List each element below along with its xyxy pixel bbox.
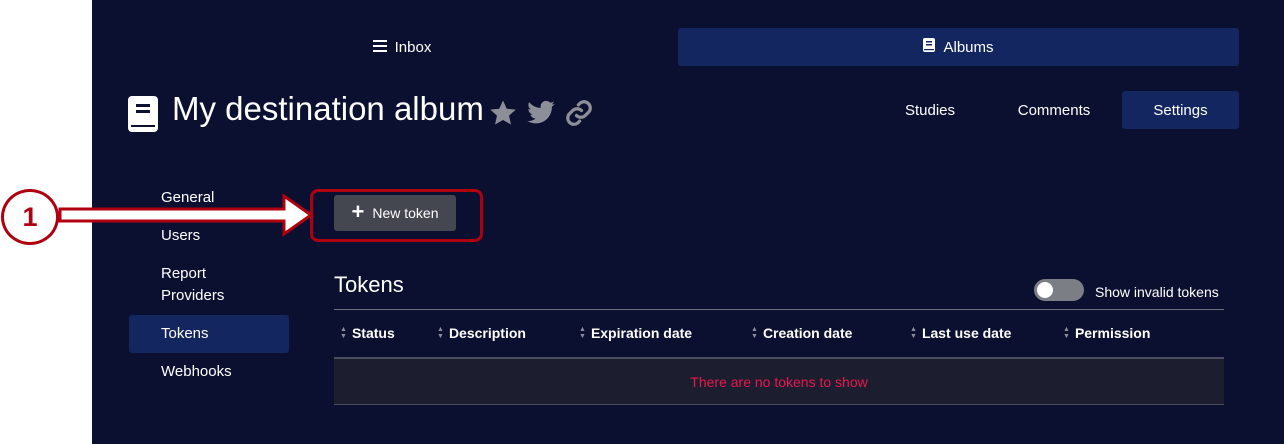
toggle-knob xyxy=(1037,282,1053,298)
sort-icon: ▲ ▼ xyxy=(437,326,444,340)
sidebar-item-report-providers[interactable]: Report Providers xyxy=(129,263,249,307)
page-title: My destination album xyxy=(172,90,484,127)
sort-icon: ▲ ▼ xyxy=(751,326,758,340)
sort-icon: ▲ ▼ xyxy=(340,326,347,340)
column-header-creation-date[interactable]: ▲ ▼ Creation date xyxy=(751,325,852,341)
column-header-expiration-date[interactable]: ▲ ▼ Expiration date xyxy=(579,325,692,341)
column-header-label: Description xyxy=(448,325,526,341)
column-header-label: Status xyxy=(351,325,395,341)
sort-icon: ▲ ▼ xyxy=(1063,326,1070,340)
column-header-permission[interactable]: ▲ ▼ Permission xyxy=(1063,325,1150,341)
callout-arrow-icon xyxy=(58,193,314,242)
tab-settings[interactable]: Settings xyxy=(1122,91,1239,129)
show-invalid-tokens-label: Show invalid tokens xyxy=(1095,284,1219,300)
sort-icon: ▲ ▼ xyxy=(579,326,586,340)
tab-studies[interactable]: Studies xyxy=(886,91,974,129)
highlight-box xyxy=(310,189,483,242)
empty-message: There are no tokens to show xyxy=(690,373,868,390)
show-invalid-tokens-toggle[interactable] xyxy=(1034,279,1084,301)
empty-table-row: There are no tokens to show xyxy=(334,359,1224,405)
tokens-heading: Tokens xyxy=(334,272,404,297)
book-icon xyxy=(923,38,936,56)
column-header-label: Creation date xyxy=(762,325,853,341)
table-divider xyxy=(334,309,1224,310)
column-header-status[interactable]: ▲ ▼ Status xyxy=(340,325,395,341)
album-book-icon xyxy=(128,96,158,132)
title-actions xyxy=(488,98,594,128)
nav-inbox-label: Inbox xyxy=(394,38,432,56)
tab-comments[interactable]: Comments xyxy=(998,91,1110,129)
nav-inbox[interactable]: Inbox xyxy=(367,28,437,66)
menu-icon xyxy=(372,39,387,56)
column-header-label: Last use date xyxy=(921,325,1012,341)
nav-albums[interactable]: Albums xyxy=(678,28,1239,66)
link-icon[interactable] xyxy=(564,98,594,128)
column-header-description[interactable]: ▲ ▼ Description xyxy=(437,325,526,341)
sort-icon: ▲ ▼ xyxy=(910,326,917,340)
twitter-icon[interactable] xyxy=(526,98,556,128)
nav-albums-label: Albums xyxy=(943,38,994,56)
sidebar-item-tokens[interactable]: Tokens xyxy=(129,315,289,353)
step-number-label: 1 xyxy=(22,201,38,232)
column-header-label: Permission xyxy=(1074,325,1151,341)
step-number-badge: 1 xyxy=(1,189,59,245)
column-header-label: Expiration date xyxy=(590,325,693,341)
sidebar-item-webhooks[interactable]: Webhooks xyxy=(129,361,289,383)
column-header-last-use-date[interactable]: ▲ ▼ Last use date xyxy=(910,325,1011,341)
star-icon[interactable] xyxy=(488,98,518,128)
sidebar-item-label: Tokens xyxy=(161,325,209,342)
